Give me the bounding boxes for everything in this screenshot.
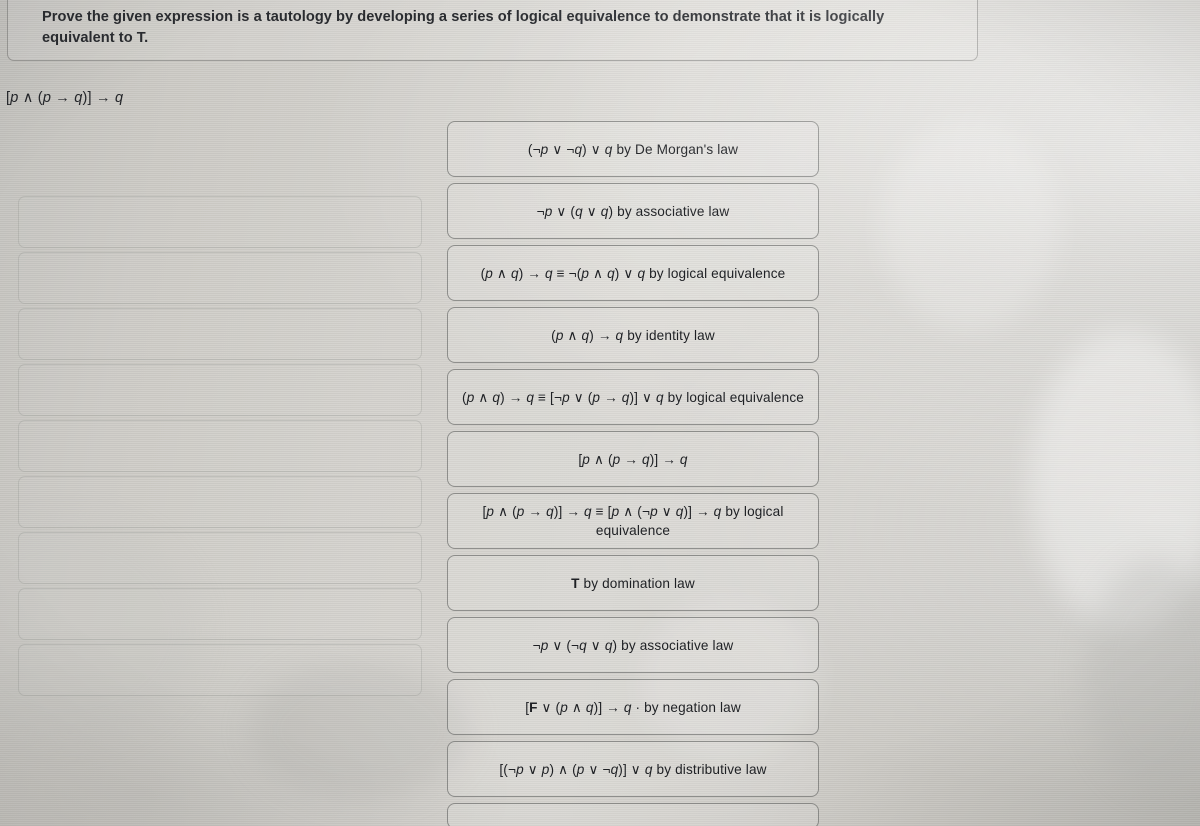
answer-tile-8[interactable]: T by domination law — [447, 555, 819, 611]
photographed-screen: NOTE: This is a drag-and-drop question. … — [0, 0, 1200, 826]
answer-tile-1[interactable]: (¬p ∨ ¬q) ∨ q by De Morgan's law — [447, 121, 819, 177]
drop-slot-7[interactable] — [18, 532, 422, 584]
answer-tile-label: [F ∨ (p ∧ q)] → q · by negation law — [525, 699, 741, 715]
answer-tile-9[interactable]: ¬p ∨ (¬q ∨ q) by associative law — [447, 617, 819, 673]
drop-slot-4[interactable] — [18, 364, 422, 416]
answer-tile-label: (p ∧ q) → q by identity law — [551, 327, 715, 343]
answer-tile-label: ¬p ∨ (¬q ∨ q) by associative law — [532, 637, 734, 653]
glare-reflection — [1030, 330, 1200, 630]
drop-slot-1[interactable] — [18, 196, 422, 248]
drop-slot-3[interactable] — [18, 308, 422, 360]
answer-tile-label: ¬p ∨ (q ∨ q) by associative law — [536, 203, 730, 219]
drop-slot-5[interactable] — [18, 420, 422, 472]
answer-tile-label: [(¬p ∨ p) ∧ (p ∨ ¬q)] ∨ q by distributiv… — [499, 761, 767, 777]
answer-tile-12[interactable] — [447, 803, 819, 826]
answer-tile-7[interactable]: [p ∧ (p → q)] → q ≡ [p ∧ (¬p ∨ q)] → q b… — [447, 493, 819, 549]
answer-tile-label: (¬p ∨ ¬q) ∨ q by De Morgan's law — [527, 141, 739, 157]
answer-tile-2[interactable]: ¬p ∨ (q ∨ q) by associative law — [447, 183, 819, 239]
instruction-text: Prove the given expression is a tautolog… — [42, 9, 889, 46]
answer-tile-5[interactable]: (p ∧ q) → q ≡ [¬p ∨ (p → q)] ∨ q by logi… — [447, 369, 819, 425]
answer-tile-label: T by domination law — [571, 575, 695, 591]
target-expression: [p ∧ (p → q)] → q — [6, 90, 124, 106]
answer-tile-column: (¬p ∨ ¬q) ∨ q by De Morgan's law ¬p ∨ (q … — [447, 121, 819, 826]
answer-tile-6[interactable]: [p ∧ (p → q)] → q — [447, 431, 819, 487]
answer-tile-4[interactable]: (p ∧ q) → q by identity law — [447, 307, 819, 363]
answer-tile-label: [p ∧ (p → q)] → q ≡ [p ∧ (¬p ∨ q)] → q b… — [482, 504, 784, 538]
answer-tile-label: (p ∧ q) → q ≡ ¬(p ∧ q) ∨ q by logical eq… — [480, 265, 786, 281]
answer-tile-3[interactable]: (p ∧ q) → q ≡ ¬(p ∧ q) ∨ q by logical eq… — [447, 245, 819, 301]
instruction-card: NOTE: This is a drag-and-drop question. … — [7, 0, 978, 61]
answer-tile-11[interactable]: [(¬p ∨ p) ∧ (p ∨ ¬q)] ∨ q by distributiv… — [447, 741, 819, 797]
glare-reflection — [1085, 560, 1200, 790]
drop-slot-2[interactable] — [18, 252, 422, 304]
answer-tile-label: [p ∧ (p → q)] → q — [578, 451, 688, 467]
answer-tile-10[interactable]: [F ∨ (p ∧ q)] → q · by negation law — [447, 679, 819, 735]
drop-slot-9[interactable] — [18, 644, 422, 696]
drop-slot-8[interactable] — [18, 588, 422, 640]
drop-slot-6[interactable] — [18, 476, 422, 528]
answer-tile-label: (p ∧ q) → q ≡ [¬p ∨ (p → q)] ∨ q by logi… — [462, 389, 804, 405]
glare-reflection — [880, 120, 1060, 330]
